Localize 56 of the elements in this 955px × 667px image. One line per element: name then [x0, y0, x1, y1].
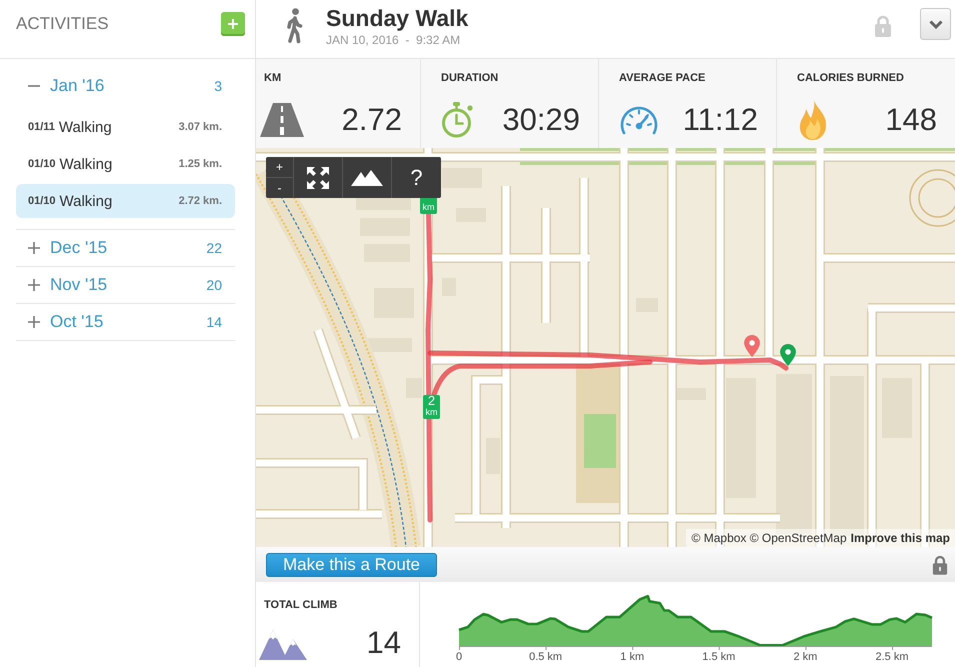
month-count: 20 — [206, 277, 222, 293]
add-activity-button[interactable] — [221, 12, 245, 36]
plus-icon[interactable] — [28, 316, 40, 328]
axis-label: 0.5 km — [529, 651, 562, 663]
zoom-in-button[interactable]: + — [266, 157, 293, 177]
activity-distance: 1.25 km. — [178, 158, 222, 170]
speedometer-icon — [619, 104, 659, 136]
axis-label: 0 — [456, 651, 462, 663]
activity-date: 01/10 — [28, 158, 56, 170]
axis-label: 2.5 km — [876, 651, 908, 663]
zoom-out-button[interactable]: - — [266, 177, 293, 198]
stopwatch-icon — [441, 102, 475, 138]
stat-label: KM — [264, 72, 282, 85]
activity-date: 01/11 — [28, 121, 55, 133]
attribution-text: © Mapbox © OpenStreetMap — [692, 531, 847, 545]
improve-map-link[interactable]: Improve this map — [850, 531, 950, 545]
stat-label: AVERAGE PACE — [619, 72, 706, 85]
activity-title: Sunday Walk — [326, 5, 470, 31]
activity-item[interactable]: 01/11 Walking 3.07 km. — [16, 110, 235, 144]
sidebar-title: ACTIVITIES — [16, 13, 109, 35]
km-marker: 2 km — [423, 395, 440, 419]
month-count: 3 — [214, 78, 222, 94]
plus-icon[interactable] — [28, 242, 40, 254]
dropdown-button[interactable] — [920, 8, 951, 40]
activity-date: 01/10 — [28, 195, 56, 207]
stat-value: 2.72 — [342, 102, 402, 138]
plus-icon — [228, 19, 238, 29]
fullscreen-icon — [307, 166, 329, 188]
activity-distance: 2.72 km. — [178, 195, 222, 207]
activity-type: Walking — [60, 192, 112, 210]
stat-value: 11:12 — [682, 102, 758, 138]
axis-label: 1 km — [620, 651, 644, 663]
stat-value: 148 — [885, 102, 937, 138]
road-icon — [260, 103, 304, 137]
activity-distance: 3.07 km. — [178, 121, 222, 133]
activity-datetime: JAN 10, 2016 - 9:32 AM — [326, 33, 462, 47]
lock-icon — [874, 15, 892, 37]
month-count: 22 — [206, 240, 222, 256]
axis-label: 2 km — [793, 651, 818, 663]
axis-label: 1.5 km — [702, 651, 736, 663]
plus-icon[interactable] — [28, 279, 40, 291]
activity-item[interactable]: 01/10 Walking 2.72 km. — [16, 184, 235, 218]
activity-type: Walking — [58, 118, 112, 136]
stat-value: 30:29 — [502, 102, 580, 138]
chevron-down-icon — [928, 20, 942, 28]
walking-person-icon — [285, 8, 303, 44]
month-count: 14 — [206, 314, 222, 330]
activity-item[interactable]: 01/10 Walking 1.25 km. — [16, 147, 235, 181]
stat-label: DURATION — [441, 72, 500, 85]
lock-icon — [932, 554, 948, 574]
flame-icon — [797, 100, 829, 140]
stat-label: TOTAL CLIMB — [264, 599, 338, 612]
stat-label: CALORIES BURNED — [797, 72, 905, 85]
stat-value: 14 — [366, 625, 401, 661]
mountains-icon — [351, 170, 383, 186]
activity-type: Walking — [60, 156, 112, 172]
